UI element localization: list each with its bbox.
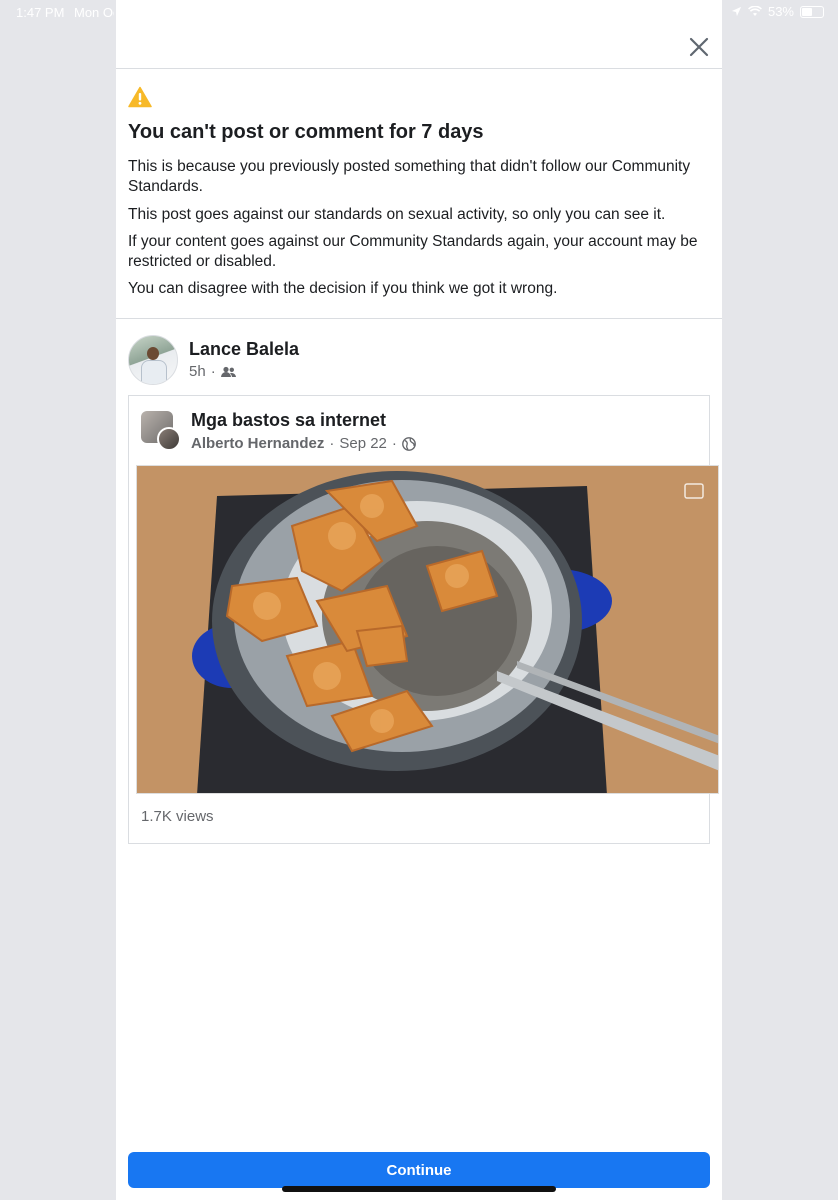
reason-paragraph: This is because you previously posted so…	[128, 158, 691, 195]
wifi-icon	[748, 6, 762, 16]
header-divider	[116, 68, 722, 69]
group-name[interactable]: Mga bastos sa internet	[191, 410, 386, 431]
dialog-title: You can't post or comment for 7 days	[128, 121, 484, 143]
globe-icon	[402, 436, 416, 451]
continue-button[interactable]: Continue	[128, 1152, 710, 1188]
close-icon[interactable]	[688, 36, 710, 58]
restriction-dialog: You can't post or comment for 7 days Thi…	[116, 0, 722, 1200]
battery-icon	[800, 5, 824, 18]
post-image[interactable]	[136, 465, 719, 794]
post-author[interactable]: Lance Balela	[189, 339, 299, 360]
friends-icon	[220, 366, 236, 377]
status-time: 1:47 PM	[16, 5, 65, 20]
status-indicators: 53%	[731, 4, 824, 19]
warning-icon	[128, 86, 152, 108]
group-avatar[interactable]	[141, 411, 181, 451]
shared-date[interactable]: Sep 22	[339, 435, 387, 452]
post-time[interactable]: 5h	[189, 363, 206, 380]
meta-separator: ·	[210, 363, 216, 380]
status-date: Mon Oct	[74, 5, 114, 20]
shared-post-meta: Alberto Hernandez · Sep 22 ·	[191, 435, 416, 452]
battery-percent: 53%	[767, 4, 794, 19]
location-icon	[731, 6, 742, 17]
warning-paragraph: If your content goes against our Communi…	[128, 233, 698, 270]
view-count: 1.7K views	[141, 808, 214, 825]
post-divider	[116, 318, 722, 319]
avatar[interactable]	[128, 335, 178, 385]
visibility-paragraph: This post goes against our standards on …	[128, 206, 666, 223]
shared-author[interactable]: Alberto Hernandez	[191, 435, 324, 452]
meta-separator: ·	[391, 435, 397, 452]
disagree-paragraph: You can disagree with the decision if yo…	[128, 280, 558, 297]
home-indicator	[282, 1186, 556, 1192]
meta-separator: ·	[329, 435, 335, 452]
post-meta: 5h ·	[189, 363, 236, 380]
